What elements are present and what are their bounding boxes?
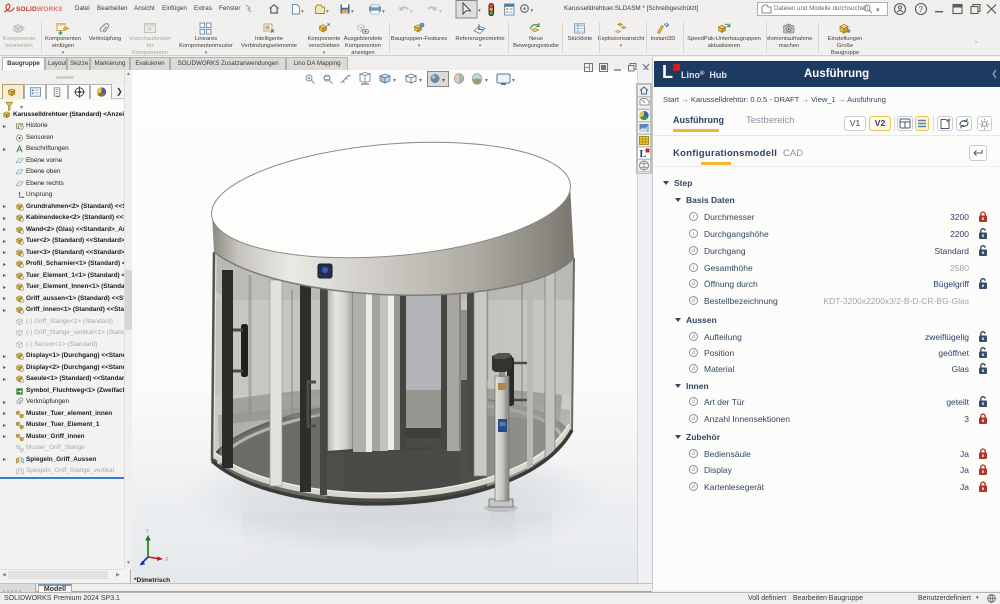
- svg-text:SOLIDWORKS: SOLIDWORKS: [16, 6, 62, 13]
- svg-text:▾: ▾: [531, 8, 534, 14]
- svg-text:▾: ▾: [410, 9, 413, 15]
- svg-text:▾: ▾: [301, 9, 304, 15]
- svg-text:▾: ▾: [326, 9, 329, 15]
- svg-text:▾: ▾: [512, 78, 515, 84]
- svg-text:▾: ▾: [876, 7, 880, 14]
- svg-text:▾: ▾: [442, 78, 445, 84]
- svg-text:▾: ▾: [351, 9, 354, 15]
- svg-text:▾: ▾: [382, 9, 385, 15]
- svg-text:▾: ▾: [393, 78, 396, 84]
- svg-text:L: L: [640, 149, 647, 160]
- svg-text:▾: ▾: [419, 78, 422, 84]
- svg-text:▾: ▾: [478, 8, 481, 14]
- svg-text:▾: ▾: [485, 78, 488, 84]
- svg-text:?: ?: [919, 5, 924, 14]
- svg-text:▾: ▾: [439, 9, 442, 15]
